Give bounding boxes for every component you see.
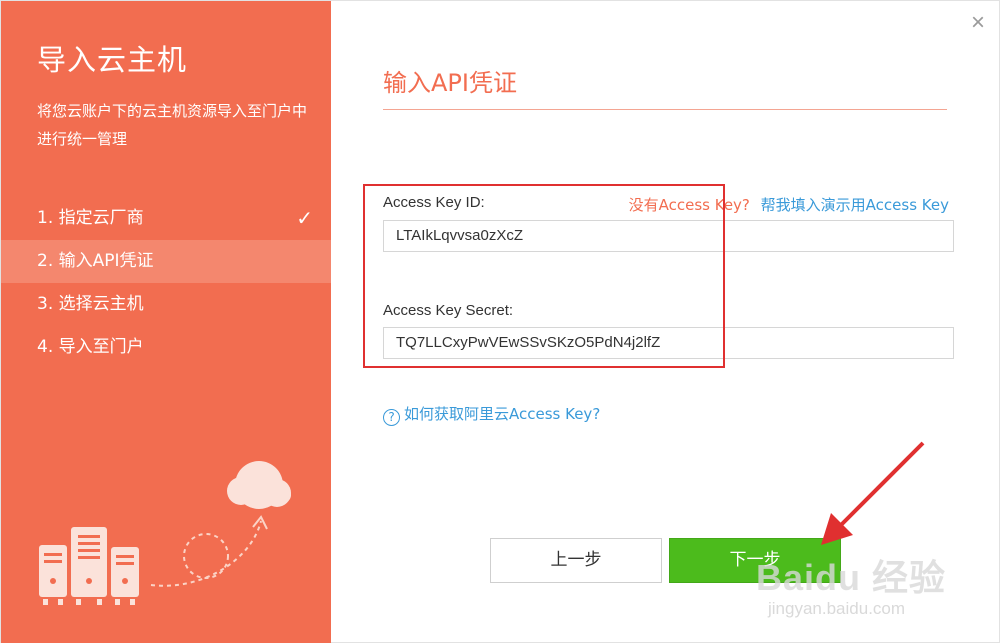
sidebar-title: 导入云主机 [37,43,188,77]
no-access-key-link[interactable]: 没有Access Key? [629,196,750,214]
next-step-button[interactable]: 下一步 [669,538,841,583]
import-cloud-host-dialog: 导入云主机 将您云账户下的云主机资源导入至门户中进行统一管理 1. 指定云厂商 … [0,0,1000,643]
title-divider [383,109,947,110]
page-title: 输入API凭证 [383,69,517,97]
access-key-id-field[interactable]: LTAIkLqvvsa0zXcZ [383,220,954,252]
access-key-secret-label: Access Key Secret: [383,302,514,319]
step-label: 1. 指定云厂商 [37,208,144,228]
fill-demo-access-key-link[interactable]: 帮我填入演示用Access Key [761,196,949,214]
cloud-servers-illustration [39,461,291,605]
step-specify-cloud-vendor[interactable]: 1. 指定云厂商 ✓ [1,197,331,240]
checkmark-icon: ✓ [296,206,313,230]
how-to-get-access-key-link[interactable]: ? 如何获取阿里云Access Key? [383,403,600,426]
step-select-cloud-host[interactable]: 3. 选择云主机 [1,283,331,326]
step-import-to-portal[interactable]: 4. 导入至门户 [1,326,331,369]
cloud-icon [227,461,291,509]
close-icon[interactable]: × [971,9,985,37]
wizard-sidebar: 导入云主机 将您云账户下的云主机资源导入至门户中进行统一管理 1. 指定云厂商 … [1,1,331,643]
access-key-id-label: Access Key ID: [383,194,485,211]
step-label: 3. 选择云主机 [37,294,144,314]
previous-step-button[interactable]: 上一步 [490,538,662,583]
question-icon: ? [383,409,400,426]
watermark-url: jingyan.baidu.com [768,599,906,618]
sidebar-description: 将您云账户下的云主机资源导入至门户中进行统一管理 [37,102,308,148]
step-label: 2. 输入API凭证 [37,251,154,271]
key-help-links: 没有Access Key? 帮我填入演示用Access Key [629,194,949,215]
wizard-steps: 1. 指定云厂商 ✓ 2. 输入API凭证 3. 选择云主机 4. 导入至门户 [1,197,331,369]
step-label: 4. 导入至门户 [37,337,144,357]
server-rack-icon [39,527,139,605]
step-enter-api-credentials[interactable]: 2. 输入API凭证 [1,240,331,283]
access-key-secret-field[interactable]: TQ7LLCxyPwVEwSSvSKzO5PdN4j2lfZ [383,327,954,359]
help-link-label: 如何获取阿里云Access Key? [404,405,601,423]
